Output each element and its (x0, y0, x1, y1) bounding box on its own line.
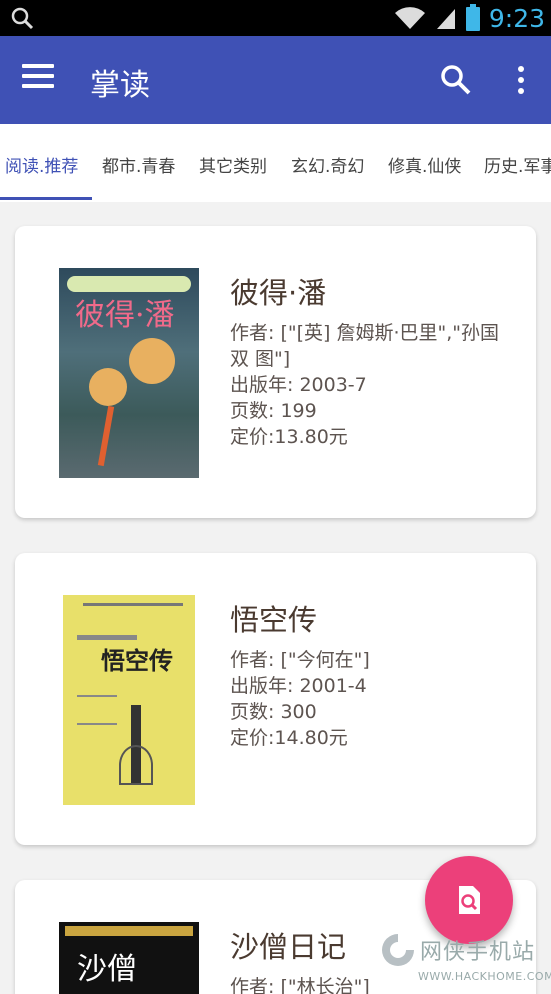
watermark-url: WWW.HACKHOME.COM (418, 970, 551, 983)
book-title: 沙僧日记 (230, 930, 347, 964)
wifi-icon (394, 7, 425, 29)
tab-reading-recommend[interactable]: 阅读.推荐 (5, 152, 78, 177)
book-cover: 悟空传 (63, 595, 195, 805)
tab-fantasy[interactable]: 玄幻.奇幻 (291, 152, 364, 177)
category-tabs: 阅读.推荐 都市.青春 其它类别 玄幻.奇幻 修真.仙侠 历史.军事 (0, 124, 551, 202)
book-card[interactable]: 彼得·潘 彼得·潘 作者: ["[英] 詹姆斯·巴里","孙国双 图"] 出版年… (15, 226, 536, 518)
tab-indicator (0, 197, 92, 200)
book-meta: 作者: ["今何在"] 出版年: 2001-4 页数: 300 定价:14.80… (230, 647, 510, 751)
tab-urban-youth[interactable]: 都市.青春 (102, 152, 175, 177)
book-author: 作者: ["[英] 詹姆斯·巴里","孙国双 图"] (230, 322, 500, 370)
signal-icon (436, 9, 455, 29)
watermark: 网侠手机站 WWW.HACKHOME.COM (378, 928, 551, 994)
book-pages: 页数: 199 (230, 400, 317, 422)
battery-icon (465, 4, 480, 31)
book-published: 出版年: 2001-4 (230, 675, 367, 697)
clock: 9:23 (488, 3, 545, 33)
search-icon[interactable] (438, 62, 474, 98)
tab-other[interactable]: 其它类别 (199, 152, 267, 177)
book-price: 定价:13.80元 (230, 426, 348, 448)
book-cover: 沙僧 (59, 922, 199, 994)
watermark-logo (382, 934, 414, 966)
book-title: 悟空传 (230, 603, 318, 637)
book-card[interactable]: 悟空传 悟空传 作者: ["今何在"] 出版年: 2001-4 页数: 300 … (15, 553, 536, 845)
more-vert-icon[interactable] (508, 62, 534, 98)
app-title: 掌读 (90, 68, 150, 103)
book-pages: 页数: 300 (230, 701, 317, 723)
book-author: 作者: ["今何在"] (230, 649, 370, 671)
tab-xianxia[interactable]: 修真.仙侠 (388, 152, 461, 177)
watermark-text: 网侠手机站 (420, 940, 536, 965)
search-icon (11, 7, 34, 30)
tab-history-military[interactable]: 历史.军事 (484, 152, 551, 177)
book-cover: 彼得·潘 (59, 268, 199, 478)
book-title: 彼得·潘 (230, 276, 327, 310)
menu-icon[interactable] (22, 64, 56, 96)
status-bar: 9:23 (0, 0, 551, 36)
book-meta: 作者: ["[英] 詹姆斯·巴里","孙国双 图"] 出版年: 2003-7 页… (230, 320, 510, 450)
app-bar: 掌读 (0, 36, 551, 124)
book-price: 定价:14.80元 (230, 727, 348, 749)
book-published: 出版年: 2003-7 (230, 374, 367, 396)
find-in-page-icon (459, 886, 480, 914)
